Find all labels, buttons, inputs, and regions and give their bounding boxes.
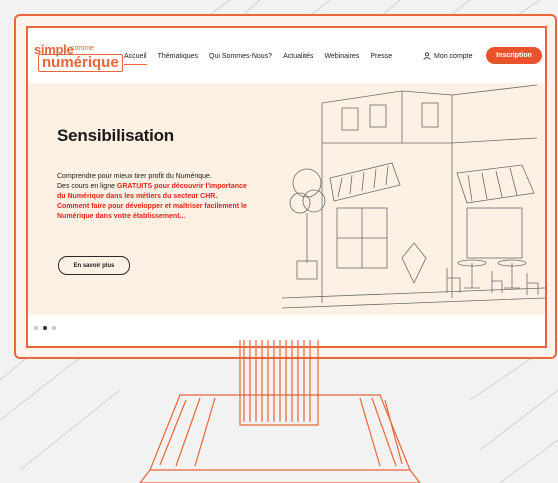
hero-description: Comprendre pour mieux tirer profit du Nu… <box>57 172 257 222</box>
site-header: simple comme numérique Accueil Thématiqu… <box>28 28 545 90</box>
main-nav: Accueil Thématiques Qui Sommes-Nous? Act… <box>124 52 403 65</box>
carousel-dot-1[interactable] <box>34 326 38 330</box>
logo-text-numerique: numérique <box>38 54 123 72</box>
learn-more-button[interactable]: En savoir plus <box>58 256 130 275</box>
site-logo[interactable]: simple comme numérique <box>34 42 123 76</box>
nav-item-accueil[interactable]: Accueil <box>124 52 147 65</box>
nav-item-presse[interactable]: Presse <box>370 52 392 65</box>
hero-banner: Sensibilisation Comprendre pour mieux ti… <box>28 83 545 315</box>
signup-button[interactable]: Inscription <box>486 47 542 64</box>
nav-item-qui-sommes-nous[interactable]: Qui Sommes-Nous? <box>209 52 272 65</box>
account-label: Mon compte <box>434 52 473 60</box>
monitor-stand <box>139 340 421 483</box>
nav-item-webinaires[interactable]: Webinaires <box>324 52 359 65</box>
browser-screen: simple comme numérique Accueil Thématiqu… <box>26 26 547 348</box>
nav-item-thematiques[interactable]: Thématiques <box>158 52 198 65</box>
hero-line-3-highlight: Comment faire pour développer et maîtris… <box>57 203 247 220</box>
hero-line-1: Comprendre pour mieux tirer profit du Nu… <box>57 173 212 180</box>
account-link[interactable]: Mon compte <box>423 52 473 60</box>
hero-line-2-plain: Des cours en ligne <box>57 183 117 190</box>
user-icon <box>423 52 431 60</box>
logo-text-comme: comme <box>71 45 94 52</box>
cafe-illustration <box>282 84 545 309</box>
carousel-dot-2[interactable] <box>43 326 47 330</box>
carousel-dot-3[interactable] <box>52 326 56 330</box>
nav-item-actualites[interactable]: Actualités <box>283 52 313 65</box>
monitor-frame: simple comme numérique Accueil Thématiqu… <box>14 14 557 359</box>
carousel-indicators <box>34 326 56 330</box>
hero-title: Sensibilisation <box>57 126 174 145</box>
